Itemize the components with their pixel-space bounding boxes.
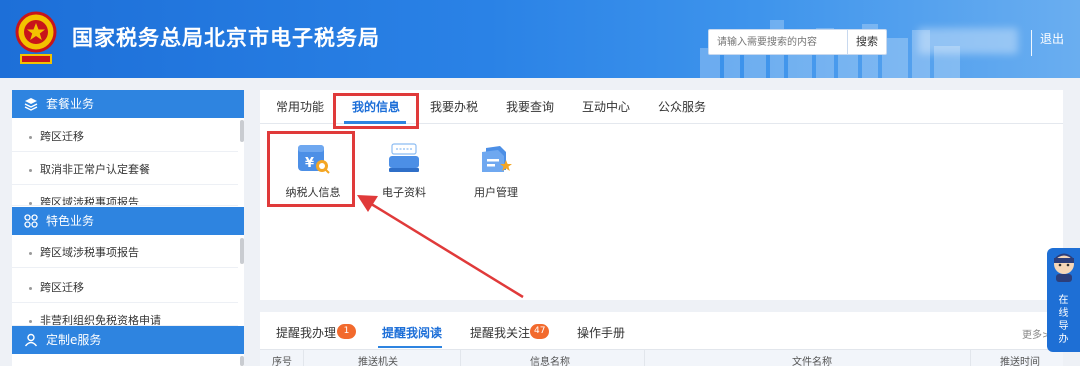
reminders-table-header: 序号 推送机关 信息名称 文件名称 推送时间 [260,349,1063,366]
sidebar-item[interactable]: 非营利组织免税资格申请 [12,306,238,326]
tab-tax-handling[interactable]: 我要办税 [430,90,478,124]
tab-common-functions[interactable]: 常用功能 [276,90,324,124]
badge-count: 47 [530,324,550,339]
search-input[interactable] [708,29,848,55]
active-tab-indicator [378,346,442,348]
tab-operation-manual[interactable]: 操作手册 [577,324,625,341]
sidebar-item[interactable]: 取消非正常户认定套餐 [12,155,238,185]
assistant-avatar-icon [1054,253,1074,282]
user-management-button[interactable]: 用户管理 [456,138,536,208]
column-divider [644,350,645,366]
annotation-highlight-tab [333,93,419,129]
search-button[interactable]: 搜索 [847,29,887,55]
badge-count: 1 [337,324,356,339]
sidebar-section-label: 特色业务 [46,214,95,228]
sidebar-section-label: 套餐业务 [46,97,95,111]
sidebar-item[interactable]: 跨区迁移 [12,122,238,152]
sidebar: 套餐业务 跨区迁移 取消非正常户认定套餐 跨区域涉税事项报告 特色业务 跨区域涉… [12,90,244,366]
grid-icon [24,214,38,228]
site-header: 国家税务总局北京市电子税务局 搜索 退出 [0,0,1080,78]
column-header: 信息名称 [530,357,570,366]
sidebar-item[interactable]: 跨区域涉税事项报告 [12,188,238,206]
tab-interaction-center[interactable]: 互动中心 [582,90,630,124]
column-divider [303,350,304,366]
sidebar-section-packages[interactable]: 套餐业务 [12,90,244,118]
widget-char: 线 [1058,308,1069,319]
sidebar-section-features[interactable]: 特色业务 [12,207,244,235]
widget-char: 在 [1058,295,1069,306]
logout-link[interactable]: 退出 [1040,30,1064,47]
sidebar-scrollbar[interactable] [240,238,244,264]
function-label: 电子资料 [382,186,426,199]
sidebar-item[interactable]: 跨区域涉税事项报告 [12,238,238,268]
column-header: 推送时间 [1000,357,1040,366]
sidebar-item[interactable]: 跨区迁移 [12,273,238,303]
tab-remind-read[interactable]: 提醒我阅读 [382,324,442,341]
annotation-highlight-function [267,131,355,207]
tab-query[interactable]: 我要查询 [506,90,554,124]
site-title: 国家税务总局北京市电子税务局 [72,26,380,50]
layers-icon [24,98,38,111]
column-header: 序号 [272,357,292,366]
tab-public-services[interactable]: 公众服务 [658,90,706,124]
user-icon [24,333,38,347]
tab-remind-handle[interactable]: 提醒我办理 [276,324,336,341]
user-name-redacted [918,28,1018,54]
user-management-icon [482,146,512,172]
widget-label: 在 线 导 办 [1047,294,1080,346]
column-header: 推送机关 [358,357,398,366]
header-divider [1031,30,1032,56]
column-divider [970,350,971,366]
sidebar-section-label: 定制e服务 [46,333,102,347]
sidebar-scrollbar[interactable] [240,356,244,366]
tab-remind-follow[interactable]: 提醒我关注 [470,324,530,341]
column-divider [460,350,461,366]
column-header: 文件名称 [792,357,832,366]
sidebar-scrollbar[interactable] [240,120,244,142]
e-documents-button[interactable]: 电子资料 [364,138,444,208]
sidebar-section-custom[interactable]: 定制e服务 [12,326,244,354]
function-label: 用户管理 [474,186,518,199]
tax-emblem-icon [15,11,57,64]
online-guide-widget[interactable]: 在 线 导 办 [1047,248,1080,352]
e-documents-icon [389,143,419,172]
widget-char: 办 [1058,334,1069,345]
widget-char: 导 [1058,321,1069,332]
reminders-panel: 提醒我办理 1 提醒我阅读 提醒我关注 47 操作手册 更多> 序号 推送机关 … [260,312,1063,366]
